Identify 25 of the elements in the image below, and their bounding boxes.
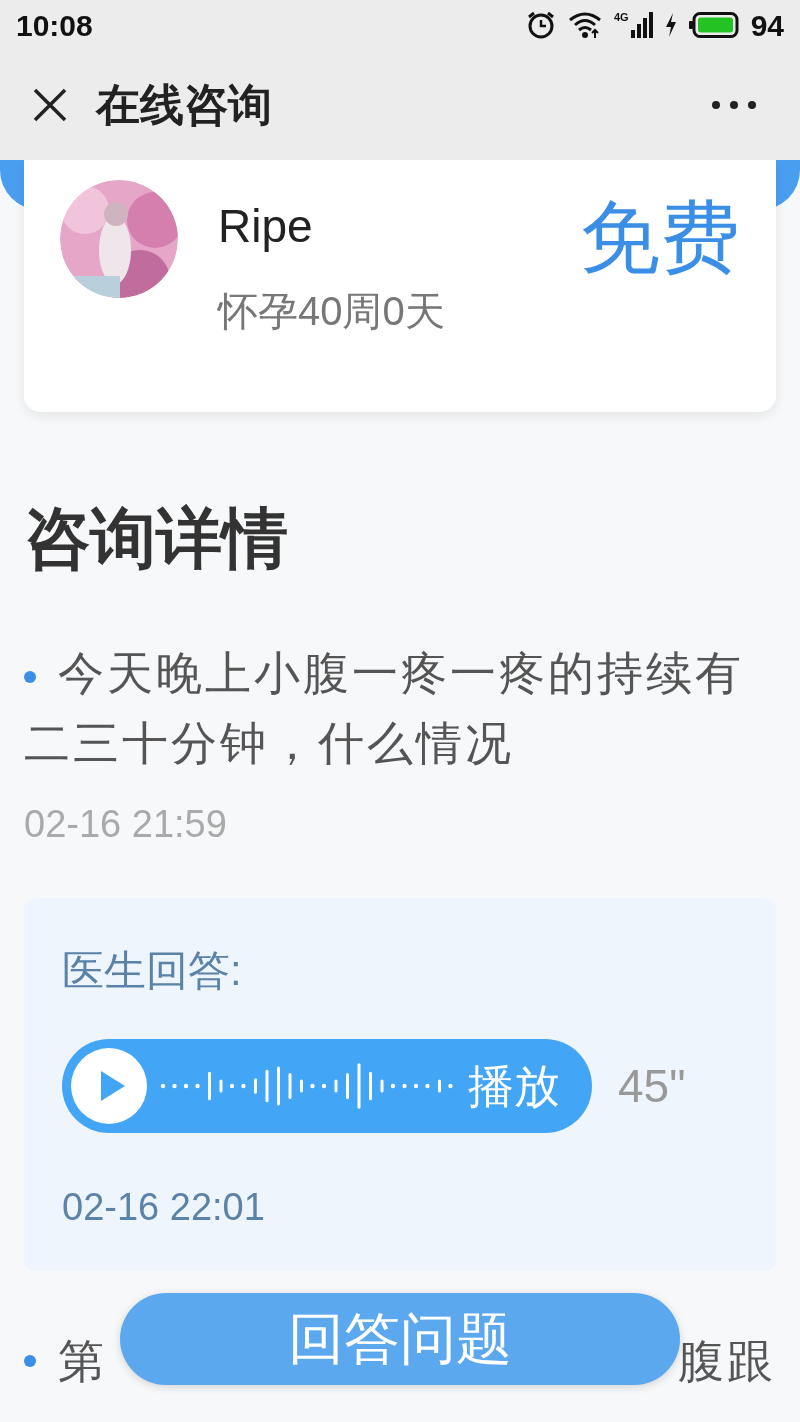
signal-icon xyxy=(630,12,653,38)
question-text: 第 xyxy=(58,1334,107,1389)
alarm-icon xyxy=(525,10,556,40)
pregnancy-status: 怀孕40周0天 xyxy=(218,288,445,335)
user-name: Ripe xyxy=(218,199,314,254)
status-time: 10:08 xyxy=(16,7,93,44)
voice-play-button[interactable]: 播放 xyxy=(62,1039,592,1133)
question-time: 02-16 21:59 xyxy=(24,802,228,847)
battery-level: 94 xyxy=(750,7,784,44)
voice-duration: 45" xyxy=(618,1058,686,1114)
section-title: 咨询详情 xyxy=(24,500,289,577)
answer-label: 医生回答: xyxy=(62,946,243,996)
answer-question-button[interactable]: 回答问题 xyxy=(120,1293,680,1385)
wifi-icon xyxy=(567,11,602,39)
price-label: 免费 xyxy=(580,192,740,284)
question-text: 腹跟 xyxy=(678,1334,776,1389)
more-icon xyxy=(712,101,756,109)
charging-icon xyxy=(664,13,677,37)
answer-time: 02-16 22:01 xyxy=(62,1185,266,1230)
close-icon xyxy=(33,88,67,122)
question-text: 今天晚上小腹一疼一疼的持续有二三十分钟，什么情况 xyxy=(24,646,745,771)
network-label: 4G xyxy=(613,12,629,23)
play-icon xyxy=(70,1047,148,1125)
page-title: 在线咨询 xyxy=(96,79,272,131)
battery-icon xyxy=(688,12,739,38)
